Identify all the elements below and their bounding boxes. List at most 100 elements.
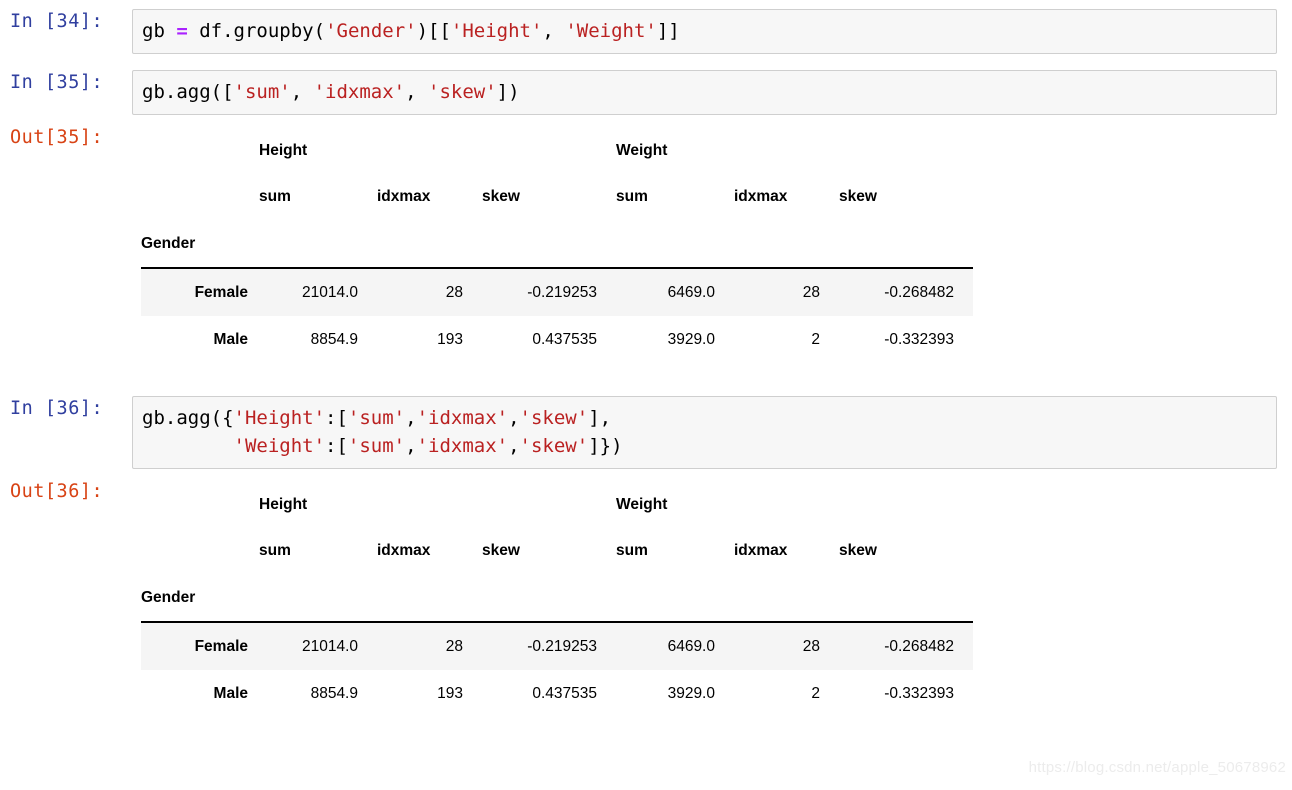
table-cell: 28	[802, 637, 820, 655]
column-header: sum	[259, 188, 291, 205]
code-token: =	[176, 20, 188, 42]
prompt-label-in-36: In [36]:	[10, 398, 104, 419]
code-editor-in-34[interactable]: gb = df.groupby('Gender')[['Height', 'We…	[132, 9, 1277, 54]
table-row: Male 8854.9 193 0.437535 3929.0 2 -0.332393	[141, 670, 973, 717]
index-name-filler	[734, 574, 839, 623]
column-header: skew	[482, 542, 520, 559]
code-token: 'sum'	[347, 407, 406, 429]
table-row: Male 8854.9 193 0.437535 3929.0 2 -0.332393	[141, 316, 973, 363]
table-cell: 0.437535	[532, 684, 597, 702]
index-name-filler	[616, 220, 734, 269]
index-name-header: Gender	[141, 574, 259, 623]
table-cell: 28	[445, 637, 463, 655]
code-token: ],	[588, 407, 612, 429]
header-corner-blank	[141, 127, 259, 174]
code-token: 'idxmax'	[416, 435, 509, 457]
column-header: sum	[259, 542, 291, 559]
code-token: ]})	[588, 435, 623, 457]
table-cell: 8854.9	[310, 684, 358, 702]
code-token: ,	[508, 435, 520, 457]
code-token: gb	[142, 20, 177, 42]
index-name-header: Gender	[141, 220, 259, 269]
code-token: ,	[290, 81, 314, 103]
table-cell: 28	[445, 283, 463, 301]
dataframe-output-35: Height Weight sum idxmax skew sum idxmax skew Ge…	[132, 125, 1292, 363]
table-cell: -0.219253	[527, 637, 597, 655]
code-token: ,	[542, 20, 566, 42]
code-token: 'Gender'	[325, 20, 417, 42]
index-name-filler	[482, 220, 616, 269]
code-token: 'skew'	[428, 81, 497, 103]
code-token: ]]	[656, 20, 680, 42]
code-text-in-34: gb = df.groupby('Gender')[['Height', 'We…	[142, 17, 1268, 45]
table-cell: -0.268482	[884, 637, 954, 655]
column-group-header: Weight	[616, 495, 668, 513]
code-token: :[	[325, 435, 348, 457]
row-index-label: Male	[213, 684, 248, 702]
code-token: 'sum'	[233, 81, 291, 103]
code-cell-in-34[interactable]: In [34]: gb = df.groupby('Gender')[['Hei…	[0, 9, 1292, 54]
output-cell-out-36: Out[36]: Height Weight sum idxmax skew sum idx…	[0, 479, 1292, 717]
table-cell: 8854.9	[310, 330, 358, 348]
column-group-header: Height	[259, 141, 308, 159]
prompt-label-in-34: In [34]:	[10, 11, 104, 32]
column-header: idxmax	[734, 188, 788, 205]
table-row: Female 21014.0 28 -0.219253 6469.0 28 -0.26848…	[141, 268, 973, 316]
index-name-filler	[734, 220, 839, 269]
table-cell: 2	[811, 684, 820, 702]
index-name-filler	[377, 220, 482, 269]
table-cell: 3929.0	[667, 330, 715, 348]
table-cell: 0.437535	[532, 330, 597, 348]
table-cell: -0.268482	[884, 283, 954, 301]
header-row-groups: Height Weight	[141, 127, 973, 174]
row-index-label: Female	[194, 637, 248, 655]
index-name-filler	[839, 574, 973, 623]
dataframe-output-36: Height Weight sum idxmax skew sum idxmax skew Ge…	[132, 479, 1292, 717]
code-cell-in-35[interactable]: In [35]: gb.agg(['sum', 'idxmax', 'skew'…	[0, 70, 1292, 115]
code-token: 'Weight'	[233, 435, 326, 457]
column-header: idxmax	[377, 542, 431, 559]
header-corner-blank	[141, 481, 259, 528]
output-cell-out-35: Out[35]: Height Weight sum idxmax skew sum idx…	[0, 125, 1292, 363]
header-corner-blank	[141, 174, 259, 220]
code-token: ,	[405, 407, 417, 429]
code-token: )[[	[416, 20, 451, 42]
column-header: sum	[616, 542, 648, 559]
index-name-filler	[259, 574, 377, 623]
code-editor-in-36[interactable]: gb.agg({'Height':['sum','idxmax','skew']…	[132, 396, 1277, 469]
table-cell: 21014.0	[301, 283, 358, 301]
notebook-container: In [34]: gb = df.groupby('Gender')[['Hei…	[0, 0, 1292, 717]
column-group-header: Weight	[616, 141, 668, 159]
table-cell: 21014.0	[301, 637, 358, 655]
table-cell: 193	[437, 684, 463, 702]
code-token: df.groupby(	[187, 20, 326, 42]
code-token: ,	[405, 81, 429, 103]
code-token: ,	[508, 407, 520, 429]
header-row-subcolumns: sum idxmax skew sum idxmax skew	[141, 528, 973, 574]
code-token: 'skew'	[519, 435, 589, 457]
watermark-text: https://blog.csdn.net/apple_50678962	[1028, 759, 1286, 776]
header-row-subcolumns: sum idxmax skew sum idxmax skew	[141, 174, 973, 220]
code-token: 'Weight'	[565, 20, 657, 42]
column-header: idxmax	[377, 188, 431, 205]
code-cell-in-36[interactable]: In [36]: gb.agg({'Height':['sum','idxmax…	[0, 396, 1292, 469]
table-cell: 6469.0	[667, 283, 715, 301]
header-row-index-name: Gender	[141, 220, 973, 269]
table-cell: 6469.0	[667, 637, 715, 655]
column-group-header: Height	[259, 495, 308, 513]
table-cell: 3929.0	[667, 684, 715, 702]
header-row-index-name: Gender	[141, 574, 973, 623]
code-text-in-35: gb.agg(['sum', 'idxmax', 'skew'])	[142, 78, 1268, 106]
code-token: 'skew'	[519, 407, 589, 429]
code-token: 'sum'	[347, 435, 406, 457]
code-editor-in-35[interactable]: gb.agg(['sum', 'idxmax', 'skew'])	[132, 70, 1277, 115]
header-corner-blank	[141, 528, 259, 574]
table-cell: 2	[811, 330, 820, 348]
code-token: 'idxmax'	[416, 407, 509, 429]
index-name-filler	[259, 220, 377, 269]
